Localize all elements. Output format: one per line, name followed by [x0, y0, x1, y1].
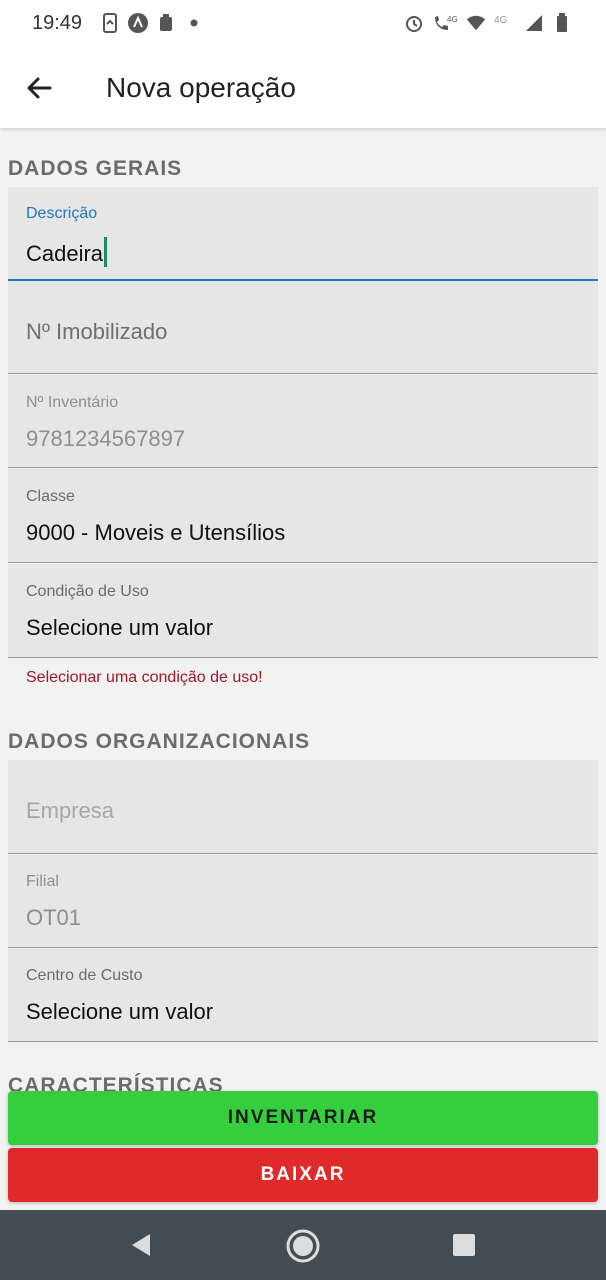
status-time: 19:49 — [32, 12, 83, 34]
status-bar: 19:49 4G 4G — [0, 0, 606, 48]
nav-recents-icon[interactable] — [453, 1234, 475, 1256]
inventario-value: 9781234567897 — [26, 426, 186, 451]
app-icon — [156, 13, 176, 33]
wifi-icon — [466, 13, 486, 33]
classe-label: Classe — [26, 488, 75, 505]
classe-value: 9000 - Moveis e Utensílios — [26, 520, 286, 545]
centro-custo-value: Selecione um valor — [26, 999, 214, 1024]
condicao-uso-error: Selecionar uma condição de uso! — [26, 669, 263, 686]
filial-value: OT01 — [26, 905, 82, 930]
condicao-uso-value: Selecione um valor — [26, 615, 214, 640]
condicao-uso-label: Condição de Uso — [26, 583, 149, 600]
dot-icon — [184, 13, 204, 33]
inventario-field: Nº Inventário 9781234567897 — [8, 375, 598, 468]
descricao-value[interactable]: Cadeira — [26, 237, 108, 267]
section-title-organizational: DADOS ORGANIZACIONAIS — [8, 730, 311, 753]
app-a-icon — [128, 13, 148, 33]
condicao-uso-select[interactable]: Condição de Uso Selecione um valor — [8, 564, 598, 658]
filial-field: Filial OT01 — [8, 855, 598, 948]
nav-home-icon[interactable] — [285, 1228, 321, 1269]
status-right-icons: 4G 4G — [404, 12, 572, 34]
signal-4g-icon: 4G — [494, 13, 516, 33]
descricao-label: Descrição — [26, 205, 98, 222]
descricao-field[interactable]: Descrição Cadeira — [8, 187, 598, 281]
screen-share-icon — [100, 13, 120, 33]
text-cursor — [104, 237, 108, 267]
centro-custo-label: Centro de Custo — [26, 967, 143, 984]
system-nav-bar — [0, 1210, 606, 1280]
page-title: Nova operação — [106, 72, 296, 103]
call-4g-icon: 4G — [432, 13, 458, 33]
filial-label: Filial — [26, 873, 59, 890]
status-left-icons — [100, 12, 204, 34]
network-label-call: 4G — [447, 15, 458, 24]
section-title-general: DADOS GERAIS — [8, 157, 183, 180]
imobilizado-field[interactable]: Nº Imobilizado — [8, 281, 598, 374]
signal-icon — [524, 13, 544, 33]
empresa-field: Empresa — [8, 760, 598, 854]
app-bar: Nova operação — [0, 48, 606, 128]
centro-custo-select[interactable]: Centro de Custo Selecione um valor — [8, 949, 598, 1042]
classe-field[interactable]: Classe 9000 - Moveis e Utensílios — [8, 469, 598, 563]
inventario-label: Nº Inventário — [26, 394, 119, 411]
empresa-placeholder: Empresa — [26, 798, 115, 823]
inventariar-button[interactable]: INVENTARIAR — [8, 1091, 598, 1145]
baixar-button[interactable]: BAIXAR — [8, 1148, 598, 1202]
battery-icon — [552, 13, 572, 33]
back-arrow-icon[interactable] — [22, 70, 58, 106]
descricao-text: Cadeira — [26, 241, 104, 266]
network-label-signal: 4G — [494, 15, 508, 26]
imobilizado-placeholder: Nº Imobilizado — [26, 319, 168, 344]
alarm-icon — [404, 13, 424, 33]
nav-back-icon[interactable] — [128, 1232, 154, 1263]
